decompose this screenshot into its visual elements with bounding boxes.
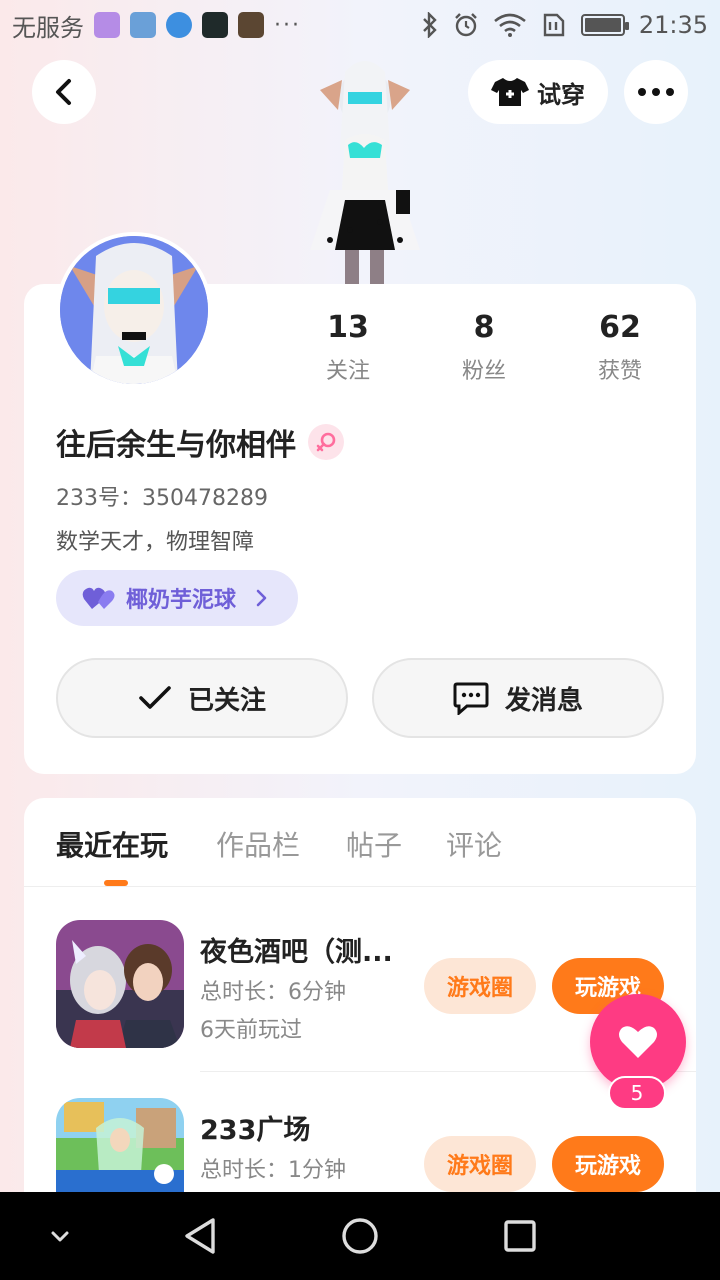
shirt-icon	[491, 78, 529, 106]
game-app-icon	[202, 12, 228, 38]
book-app-icon	[238, 12, 264, 38]
play-game-button[interactable]: 玩游戏	[552, 1136, 664, 1192]
chat-bubble-icon	[453, 682, 489, 715]
check-icon	[139, 686, 171, 709]
female-icon	[308, 424, 344, 460]
send-message-label: 发消息	[504, 685, 583, 716]
avatar[interactable]	[56, 232, 212, 388]
sim-no-service-icon	[543, 13, 565, 37]
like-count-badge: 5	[608, 1076, 666, 1110]
game-duration: 总时长：6分钟	[200, 980, 346, 1005]
heart-icon	[619, 1026, 657, 1058]
send-message-button[interactable]: 发消息	[372, 658, 664, 738]
stat-followers[interactable]: 8 粉丝	[424, 310, 544, 385]
shield-app-icon	[166, 12, 192, 38]
try-on-label: 试穿	[537, 80, 585, 109]
stat-likes-value: 62	[599, 310, 641, 345]
stat-following[interactable]: 13 关注	[288, 310, 408, 385]
carrier-text: 无服务	[12, 13, 84, 42]
tab-recently-played[interactable]: 最近在玩	[56, 824, 168, 864]
game-duration: 总时长：1分钟	[200, 1158, 346, 1183]
wifi-icon	[494, 13, 526, 37]
triangle-back-icon	[185, 1218, 215, 1254]
battery-icon	[580, 14, 629, 36]
chevron-right-icon	[256, 589, 267, 607]
game-icon-night-bar	[56, 920, 184, 1048]
more-dots-icon	[638, 88, 674, 96]
nav-home-button[interactable]	[338, 1214, 382, 1258]
game-circle-button[interactable]: 游戏圈	[424, 958, 536, 1014]
avatar-image	[60, 236, 208, 384]
back-arrow-icon	[56, 79, 71, 105]
game-title: 233广场	[200, 1115, 311, 1146]
tab-posts[interactable]: 帖子	[346, 824, 402, 864]
tabs-divider	[24, 886, 696, 887]
followed-label: 已关注	[187, 685, 266, 716]
game-title: 夜色酒吧（测...	[200, 937, 393, 968]
chevron-down-icon	[51, 1231, 69, 1242]
circle-home-icon	[342, 1218, 378, 1254]
nav-collapse-button[interactable]	[38, 1214, 82, 1258]
companion-tag[interactable]: 椰奶芋泥球	[56, 570, 298, 626]
nickname: 往后余生与你相伴	[56, 428, 296, 463]
tab-comments[interactable]: 评论	[446, 824, 502, 864]
stat-followers-label: 粉丝	[461, 359, 506, 384]
tab-works[interactable]: 作品栏	[216, 824, 300, 864]
profile-tabs: 最近在玩 作品栏 帖子 评论	[0, 824, 720, 864]
stat-following-label: 关注	[325, 359, 370, 384]
clock-text: 21:35	[638, 11, 708, 39]
system-nav-bar	[0, 1192, 720, 1280]
double-heart-icon	[82, 587, 115, 609]
user-id: 233号：350478289	[56, 486, 268, 511]
try-on-button[interactable]: 试穿	[468, 60, 608, 124]
followed-button[interactable]: 已关注	[56, 658, 348, 738]
companion-tag-label: 椰奶芋泥球	[126, 588, 237, 613]
stat-likes[interactable]: 62 获赞	[560, 310, 680, 385]
nav-recents-button[interactable]	[498, 1214, 542, 1258]
nickname-row: 往后余生与你相伴	[56, 420, 344, 464]
bio-text: 数学天才，物理智障	[56, 530, 255, 555]
stat-likes-label: 获赞	[597, 359, 642, 384]
more-notifications-icon: ···	[274, 12, 301, 38]
contact-avatar-icon	[130, 12, 156, 38]
game-circle-button[interactable]: 游戏圈	[424, 1136, 536, 1192]
nav-back-button[interactable]	[178, 1214, 222, 1258]
back-button[interactable]	[32, 60, 96, 124]
status-bar: 无服务 ··· 21:35	[0, 0, 720, 50]
alarm-icon	[454, 13, 477, 37]
more-options-button[interactable]	[624, 60, 688, 124]
avatar-3d-figure	[310, 61, 420, 286]
gallery-app-icon	[94, 12, 120, 38]
stat-following-value: 13	[327, 310, 369, 345]
bluetooth-icon	[422, 12, 437, 38]
square-recents-icon	[504, 1220, 536, 1252]
game-last-played: 6天前玩过	[200, 1018, 302, 1043]
stat-followers-value: 8	[473, 310, 495, 345]
